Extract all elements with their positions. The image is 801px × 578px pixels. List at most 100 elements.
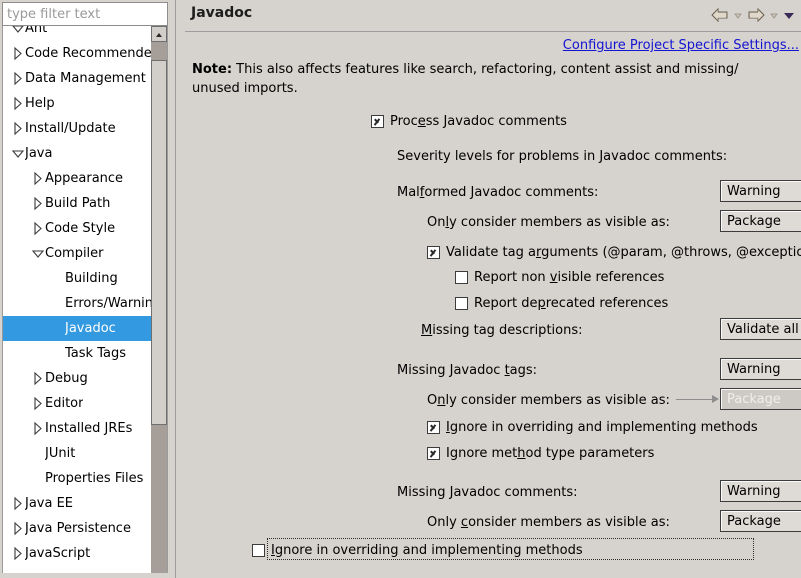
checkbox-label: Ignore in overriding and implementing me… xyxy=(271,542,583,558)
sidebar-item-build-path[interactable]: Build Path xyxy=(3,191,151,216)
missing-tags-ignore-overriding-checkbox[interactable]: Ignore in overriding and implementing me… xyxy=(427,416,758,438)
sidebar-item-java[interactable]: Java xyxy=(3,141,151,166)
chevron-right-icon[interactable] xyxy=(11,41,25,66)
filter-box[interactable] xyxy=(2,2,199,26)
chevron-right-icon[interactable] xyxy=(11,541,25,566)
sidebar-item-properties-files[interactable]: Properties Files xyxy=(3,466,151,491)
pointer-arrow-icon xyxy=(676,394,722,404)
sidebar-item-javadoc[interactable]: Javadoc xyxy=(3,316,151,341)
validate-tag-arguments-checkbox[interactable]: Validate tag arguments (@param, @throws,… xyxy=(427,241,801,263)
chevron-right-icon[interactable] xyxy=(11,491,25,516)
report-deprecated-references-checkbox[interactable]: Report deprecated references xyxy=(455,292,668,314)
sidebar-item-installed-jres[interactable]: Installed JREs xyxy=(3,416,151,441)
chevron-right-icon[interactable] xyxy=(11,116,25,141)
checkbox-box[interactable] xyxy=(252,543,265,557)
checkbox-label: Ignore in overriding and implementing me… xyxy=(446,419,758,435)
forward-arrow-icon[interactable] xyxy=(745,6,767,24)
sidebar-item-task-tags[interactable]: Task Tags xyxy=(3,341,151,366)
sidebar-item-label: Code Style xyxy=(45,221,116,236)
chevron-right-icon[interactable] xyxy=(11,516,25,541)
sidebar-item-junit[interactable]: JUnit xyxy=(3,441,151,466)
scrollbar-thumb[interactable] xyxy=(151,60,167,425)
report-non-visible-references-checkbox[interactable]: Report non visible references xyxy=(455,266,664,288)
missing-tag-descriptions-select[interactable]: Validate all standard tags xyxy=(720,318,801,340)
checkbox-box[interactable] xyxy=(427,446,440,460)
missing-javadoc-tags-severity-select[interactable]: Warning xyxy=(720,358,801,380)
sidebar-item-label: Building xyxy=(65,271,118,286)
sidebar-item-label: Ant xyxy=(25,26,48,36)
sidebar-item-label: Appearance xyxy=(45,171,124,186)
sidebar-item-help[interactable]: Help xyxy=(3,91,151,116)
sidebar-item-compiler[interactable]: Compiler xyxy=(3,241,151,266)
scroll-up-button[interactable] xyxy=(151,26,167,42)
checkbox-box[interactable] xyxy=(455,270,468,284)
titlebar-divider xyxy=(185,31,801,32)
search-input[interactable] xyxy=(3,4,181,24)
chevron-right-icon[interactable] xyxy=(11,66,25,91)
checkbox-box[interactable] xyxy=(371,114,384,128)
sidebar-item-install-update[interactable]: Install/Update xyxy=(3,116,151,141)
malformed-visibility-select[interactable]: Package xyxy=(720,210,801,232)
missing-comments-ignore-overriding-checkbox[interactable]: Ignore in overriding and implementing me… xyxy=(252,539,583,561)
chevron-right-icon[interactable] xyxy=(31,216,45,241)
chevron-right-icon[interactable] xyxy=(11,91,25,116)
severity-heading: Severity levels for problems in Javadoc … xyxy=(397,148,728,164)
checkbox-box[interactable] xyxy=(427,245,440,259)
sidebar-item-errors-warnings[interactable]: Errors/Warnings xyxy=(3,291,151,316)
sidebar-item-label: Editor xyxy=(45,396,84,411)
sidebar-item-label: Properties Files xyxy=(45,471,144,486)
sidebar-item-javascript[interactable]: JavaScript xyxy=(3,541,151,566)
back-history-chevron-down-icon[interactable] xyxy=(731,6,745,24)
project-settings-link-row: Configure Project Specific Settings... xyxy=(174,38,799,53)
missing-javadoc-tags-label: Missing Javadoc tags: xyxy=(397,362,538,378)
missing-comments-visibility-select[interactable]: Package xyxy=(720,510,801,532)
checkbox-box[interactable] xyxy=(455,296,468,310)
sidebar-item-code-style[interactable]: Code Style xyxy=(3,216,151,241)
missing-tags-visibility-select[interactable]: Package xyxy=(720,388,801,410)
sidebar-item-editor[interactable]: Editor xyxy=(3,391,151,416)
note-prefix: Note: xyxy=(192,62,233,77)
tree-items[interactable]: Ant Code Recommenders Data Management Help I… xyxy=(3,26,151,573)
chevron-down-icon[interactable] xyxy=(31,241,45,266)
sidebar-item-debug[interactable]: Debug xyxy=(3,366,151,391)
missing-tags-ignore-type-parameters-checkbox[interactable]: Ignore method type parameters xyxy=(427,442,654,464)
chevron-right-icon[interactable] xyxy=(31,166,45,191)
sidebar-item-building[interactable]: Building xyxy=(3,266,151,291)
sidebar-item-appearance[interactable]: Appearance xyxy=(3,166,151,191)
sidebar-item-code-recommenders[interactable]: Code Recommenders xyxy=(3,41,151,66)
checkbox-box[interactable] xyxy=(427,420,440,434)
missing-comments-visibility-label: Only consider members as visible as: xyxy=(427,514,670,530)
missing-javadoc-comments-severity-select[interactable]: Warning xyxy=(720,480,801,502)
malformed-javadoc-severity-select[interactable]: Warning xyxy=(720,180,801,202)
tree-vertical-scrollbar[interactable] xyxy=(151,26,167,573)
forward-history-chevron-down-icon[interactable] xyxy=(767,6,781,24)
missing-tag-descriptions-label: Missing tag descriptions: xyxy=(421,322,583,338)
chevron-right-icon[interactable] xyxy=(31,366,45,391)
back-arrow-icon[interactable] xyxy=(709,6,731,24)
configure-project-settings-link[interactable]: Configure Project Specific Settings... xyxy=(563,38,799,53)
process-javadoc-comments-checkbox[interactable]: Process Javadoc comments xyxy=(371,110,567,132)
sidebar-item-data-management[interactable]: Data Management xyxy=(3,66,151,91)
view-menu-chevron-icon[interactable] xyxy=(781,6,795,24)
tree-horizontal-scrollbar[interactable] xyxy=(2,573,168,578)
chevron-down-icon[interactable] xyxy=(11,26,25,41)
sidebar-item-java-persistence[interactable]: Java Persistence xyxy=(3,516,151,541)
sidebar-item-ant[interactable]: Ant xyxy=(3,26,151,41)
settings-tree[interactable]: Ant Code Recommenders Data Management Help I… xyxy=(2,26,168,574)
chevron-down-icon[interactable] xyxy=(11,141,25,166)
note-body: This also affects features like search, … xyxy=(192,62,739,96)
chevron-right-icon[interactable] xyxy=(31,391,45,416)
sidebar-item-label: JavaScript xyxy=(25,546,91,561)
chevron-right-icon[interactable] xyxy=(31,416,45,441)
sidebar-item-java-ee[interactable]: Java EE xyxy=(3,491,151,516)
preferences-sidebar: Ant Code Recommenders Data Management Help I… xyxy=(0,0,199,578)
chevron-right-icon[interactable] xyxy=(31,191,45,216)
